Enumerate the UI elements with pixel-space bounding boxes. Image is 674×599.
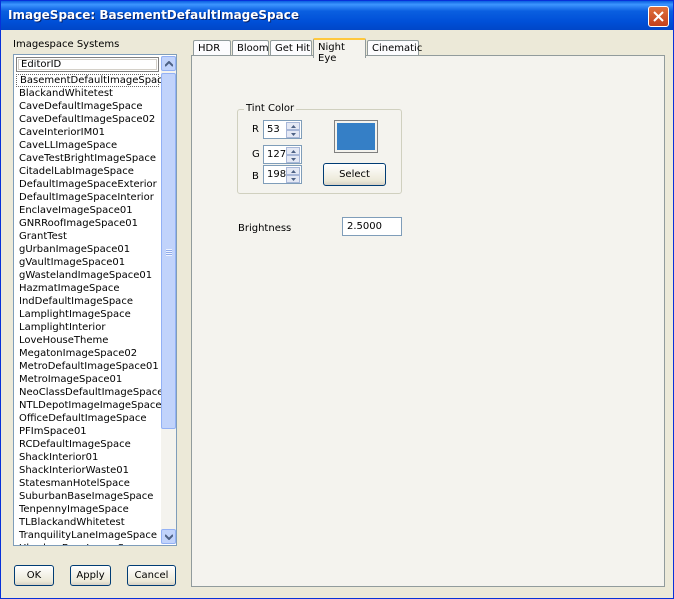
- list-item[interactable]: CaveDefaultImageSpace02: [16, 113, 159, 126]
- list-item[interactable]: TLBlackandWhitetest: [16, 516, 159, 529]
- dialog-window: ImageSpace: BasementDefaultImageSpace Im…: [0, 0, 674, 599]
- select-color-button[interactable]: Select: [323, 163, 386, 186]
- list-item[interactable]: OfficeDefaultImageSpace: [16, 412, 159, 425]
- list-item[interactable]: BlackandWhitetest: [16, 87, 159, 100]
- r-label: R: [252, 124, 259, 135]
- arrow-down-icon: [291, 178, 296, 181]
- list-item[interactable]: CaveDefaultImageSpace: [16, 100, 159, 113]
- list-item[interactable]: EnclaveImageSpace01: [16, 204, 159, 217]
- arrow-down-icon: [291, 158, 296, 161]
- scroll-up-button[interactable]: [161, 56, 176, 71]
- list-item[interactable]: gVaultImageSpace01: [16, 256, 159, 269]
- list-item[interactable]: UburbanBaseImageSpace: [16, 542, 159, 545]
- arrow-up-icon: [291, 125, 296, 128]
- list-item[interactable]: BasementDefaultImageSpace: [16, 74, 169, 87]
- list-item[interactable]: CitadelLabImageSpace: [16, 165, 159, 178]
- title-bar: ImageSpace: BasementDefaultImageSpace: [1, 1, 673, 30]
- list-item[interactable]: MetroDefaultImageSpace01: [16, 360, 159, 373]
- list-item[interactable]: DefaultImageSpaceInterior: [16, 191, 159, 204]
- list-item[interactable]: CaveInteriorIM01: [16, 126, 159, 139]
- b-spinner[interactable]: 198: [263, 165, 302, 184]
- window-title: ImageSpace: BasementDefaultImageSpace: [8, 8, 299, 22]
- column-header-editorid[interactable]: EditorID: [16, 57, 159, 72]
- r-decrement-button[interactable]: [286, 130, 300, 138]
- list-item[interactable]: IndDefaultImageSpace: [16, 295, 159, 308]
- b-decrement-button[interactable]: [286, 175, 300, 183]
- g-spinner[interactable]: 127: [263, 145, 302, 164]
- brightness-label: Brightness: [238, 223, 292, 234]
- arrow-up-icon: [291, 150, 296, 153]
- list-item[interactable]: SuburbanBaseImageSpace: [16, 490, 159, 503]
- list-item[interactable]: NTLDepotImageImageSpace: [16, 399, 162, 412]
- arrow-up-icon: [291, 170, 296, 173]
- imagespace-list[interactable]: EditorID BasementDefaultImageSpace Blacka…: [13, 54, 177, 546]
- list-item[interactable]: GrantTest: [16, 230, 159, 243]
- brightness-input[interactable]: 2.5000: [342, 217, 402, 236]
- list-item[interactable]: MetroImageSpace01: [16, 373, 159, 386]
- list-item[interactable]: TranquilityLaneImageSpace: [16, 529, 159, 542]
- g-increment-button[interactable]: [286, 147, 300, 155]
- g-label: G: [252, 149, 260, 160]
- scroll-down-button[interactable]: [161, 529, 176, 544]
- list-item[interactable]: gWastelandImageSpace01: [16, 269, 159, 282]
- list-items: BasementDefaultImageSpace BlackandWhitete…: [16, 74, 169, 545]
- tint-color-fill: [337, 123, 375, 150]
- list-item[interactable]: gUrbanImageSpace01: [16, 243, 159, 256]
- list-item[interactable]: GNRRoofImageSpace01: [16, 217, 159, 230]
- arrow-down-icon: [291, 133, 296, 136]
- g-decrement-button[interactable]: [286, 155, 300, 163]
- imagespace-systems-label: Imagespace Systems: [13, 39, 120, 50]
- list-item[interactable]: NeoClassDefaultImageSpace: [16, 386, 163, 399]
- list-item[interactable]: StatesmanHotelSpace: [16, 477, 159, 490]
- tint-color-label: Tint Color: [244, 103, 297, 114]
- scrollbar-thumb[interactable]: [161, 73, 176, 429]
- list-item[interactable]: ShackInterior01: [16, 451, 159, 464]
- b-increment-button[interactable]: [286, 167, 300, 175]
- list-item[interactable]: RCDefaultImageSpace: [16, 438, 159, 451]
- list-item[interactable]: CaveTestBrightImageSpace: [16, 152, 159, 165]
- apply-button[interactable]: Apply: [70, 565, 111, 586]
- list-item[interactable]: DefaultImageSpaceExterior: [16, 178, 159, 191]
- b-value: 198: [267, 169, 287, 180]
- list-item[interactable]: PFImSpace01: [16, 425, 159, 438]
- list-item[interactable]: LamplightInterior: [16, 321, 159, 334]
- r-increment-button[interactable]: [286, 122, 300, 130]
- list-item[interactable]: MegatonImageSpace02: [16, 347, 159, 360]
- list-item[interactable]: HazmatImageSpace: [16, 282, 159, 295]
- close-icon: [653, 11, 664, 22]
- ok-button[interactable]: OK: [14, 565, 54, 586]
- cancel-button[interactable]: Cancel: [127, 565, 176, 586]
- close-button[interactable]: [648, 6, 669, 27]
- list-item[interactable]: ShackInteriorWaste01: [16, 464, 159, 477]
- r-spinner[interactable]: 53: [263, 120, 302, 139]
- list-item[interactable]: LamplightImageSpace: [16, 308, 159, 321]
- b-label: B: [252, 171, 259, 182]
- arrow-down-icon: [165, 534, 173, 540]
- list-item[interactable]: TenpennyImageSpace: [16, 503, 159, 516]
- arrow-up-icon: [165, 61, 173, 67]
- g-value: 127: [267, 149, 287, 160]
- r-value: 53: [267, 124, 280, 135]
- list-item[interactable]: CaveLLImageSpace: [16, 139, 159, 152]
- tint-color-swatch[interactable]: [334, 120, 378, 153]
- vertical-scrollbar[interactable]: [161, 56, 176, 544]
- list-item[interactable]: LoveHouseTheme: [16, 334, 159, 347]
- tab-night-eye[interactable]: Night Eye: [313, 38, 366, 64]
